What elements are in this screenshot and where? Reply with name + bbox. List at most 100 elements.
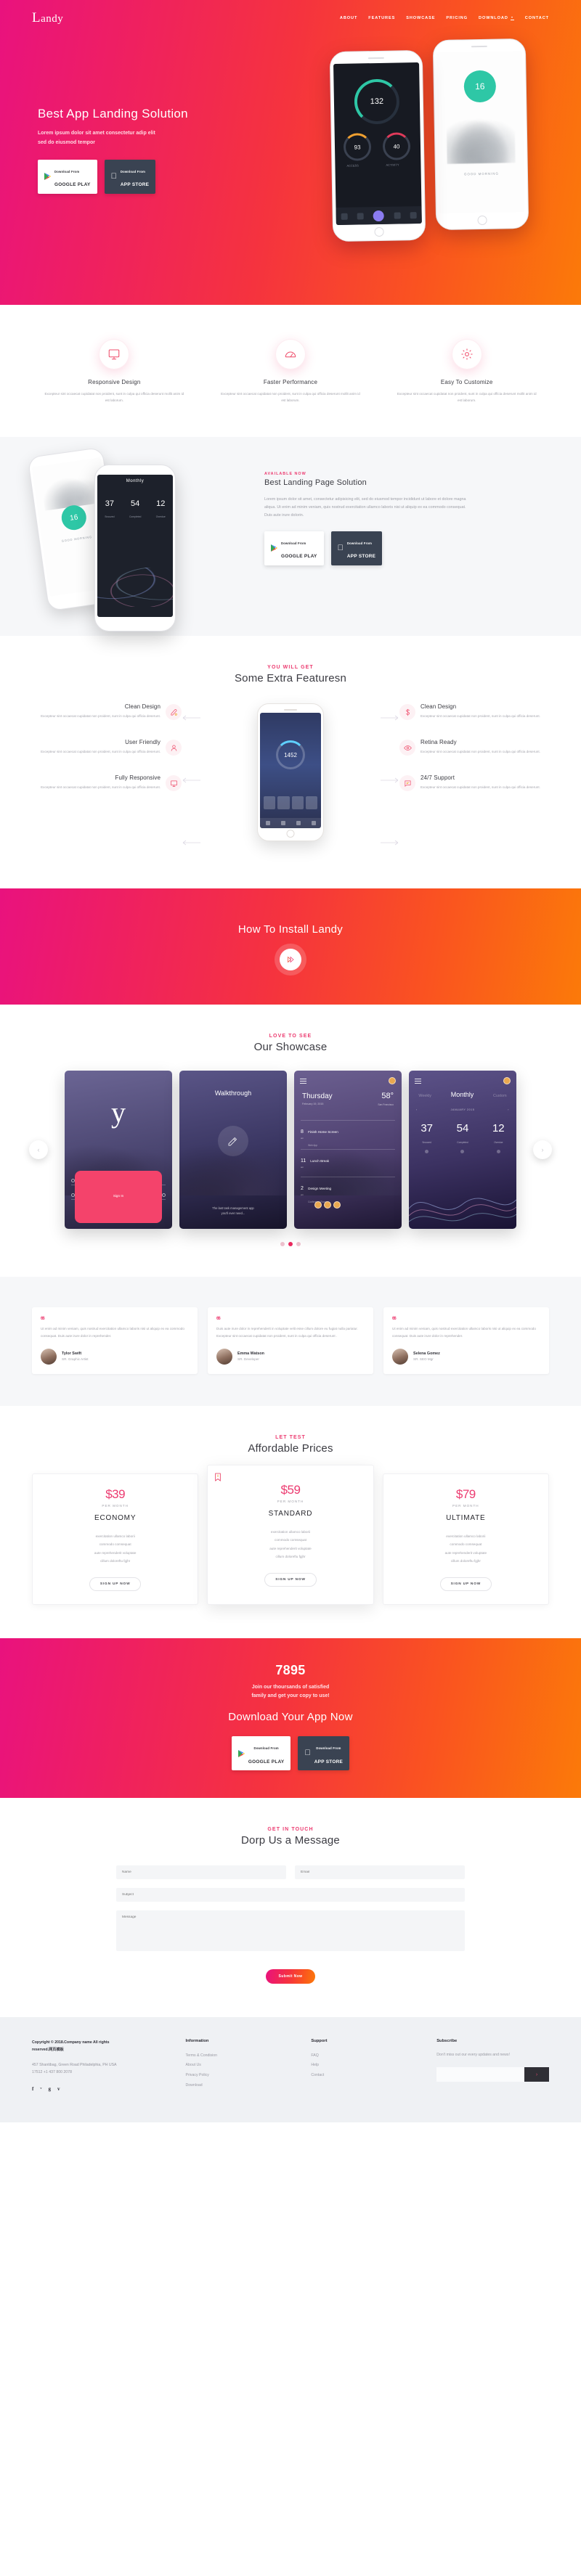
arrow-left-icon [182,704,200,732]
nav-item-contact[interactable]: CONTACT [525,16,549,20]
phone-screen: 132 93 40 ACCESS ACTIVITY [333,62,422,226]
plan-feature: cillum doloreftu fgjhr [100,1559,131,1563]
pricing-section: LET TEST Affordable Prices $39 PER MONTH… [0,1405,581,1638]
author-name: Tylor Swift [62,1352,82,1357]
footer-heading-support: Support [311,2038,328,2043]
plan-feature: aute reprehenderit voluptate [269,1546,312,1550]
extra-item-text: Excepteur sint occaecat cupidatat non pr… [41,785,161,790]
footer-column-subscribe: Subscribe Don't miss out our every updat… [436,2038,550,2092]
slide-attendee-avatars [314,1201,341,1209]
stat-label: Overdue [494,1141,503,1145]
tabbar-center-button [373,210,385,221]
phone-thumbnail-row [264,796,317,810]
subject-input[interactable] [116,1887,465,1902]
showcase-dot-active[interactable] [288,1242,293,1247]
plan-signup-button[interactable]: SIGN UP NOW [439,1577,492,1591]
footer-subscribe-text: Don't miss out our every updates and new… [436,2052,510,2057]
store-btn-top: Download From [281,541,306,545]
hero-subtitle-line2: sed do eiusmod tempor [38,140,95,146]
nav-item-showcase[interactable]: SHOWCASE [406,16,435,20]
hamburger-icon[interactable] [415,1078,421,1084]
showcase-dot[interactable] [280,1242,285,1247]
nav-item-pricing[interactable]: PRICING [446,16,468,20]
footer-link-about[interactable]: About Us [186,2061,298,2071]
facebook-icon[interactable]: f [32,2086,33,2092]
tab-monthly[interactable]: Monthly [451,1091,474,1098]
store-btn-top: Download From [253,1746,279,1751]
plan-signup-button[interactable]: SIGN UP NOW [264,1572,317,1587]
play-button[interactable] [280,948,301,970]
footer-link-faq[interactable]: FAQ [311,2051,423,2061]
plan-features: exercitation ullamco laborii commodo com… [40,1532,190,1566]
footer-link-help[interactable]: Help [311,2061,423,2071]
phone-tabbar [260,818,321,829]
hamburger-icon[interactable] [300,1078,306,1084]
showcase-slide-agenda[interactable]: Thursday February 19, 2015 58° San Franc… [294,1071,402,1230]
message-textarea[interactable] [116,1910,465,1951]
stat-label: Snoozed [422,1141,431,1145]
plan-feature: commodo comsequat [99,1542,131,1547]
store-btn-top: Download From [341,541,372,545]
app-store-button[interactable]:  Download From APP STORE [104,159,156,194]
app-store-button[interactable]:  Download From APP STORE [298,1736,350,1770]
showcase-slide-stats[interactable]: Weekly Monthly Custom ‹ JANUARY 2015 › 37 S… [409,1071,516,1230]
thumbnail [305,796,317,810]
submit-button[interactable]: Submit Now [265,1968,316,1984]
phone-progress-ring: 1452 [276,740,305,770]
name-input[interactable] [116,1865,286,1879]
slide-footer-line1: The last task management app [212,1206,254,1211]
vimeo-icon[interactable]: v [57,2086,60,2092]
phone-stat: 54 Completed [129,499,141,521]
showcase-next-button[interactable]: › [533,1140,552,1160]
event-time: 11 [301,1158,306,1164]
phone-sub-ring-right: 40 [382,132,411,160]
showcase-slide-walkthrough[interactable]: Walkthrough The last task management app… [179,1071,287,1230]
thumbnail [264,796,276,810]
app-store-label: Download From APP STORE [121,163,149,190]
footer-heading-subscribe: Subscribe [436,2038,458,2043]
subscribe-input[interactable] [436,2067,525,2082]
app-store-label: Download From APP STORE [314,1740,343,1767]
google-play-button[interactable]: Download From GOOGLE PLAY [264,531,324,565]
arrow-right-icon [381,704,399,732]
event-ampm: am [301,1166,304,1169]
cta-sub-line1: Join our thoursands of satisfied [251,1684,330,1690]
nav-label: CONTACT [524,16,549,20]
store-btn-top: Download From [54,169,80,173]
email-input[interactable] [295,1865,465,1879]
showcase-slide-login[interactable]: y Username Password Sign In [65,1071,172,1230]
google-plus-icon[interactable]: g [48,2086,51,2092]
google-play-icon [271,544,277,552]
chevron-right-icon[interactable]: › [508,1108,509,1111]
phone-chart [97,568,173,608]
plan-signup-button[interactable]: SIGN UP NOW [89,1577,142,1591]
tab-custom[interactable]: Custom [493,1094,507,1098]
google-play-button[interactable]: Download From GOOGLE PLAY [231,1736,291,1770]
footer-link-download[interactable]: Download [186,2081,298,2091]
site-logo[interactable]: Landy [32,10,63,26]
showcase-dot[interactable] [296,1242,301,1247]
showcase-title: Our Showcase [253,1041,328,1054]
google-play-button[interactable]: Download From GOOGLE PLAY [38,159,97,194]
tab-weekly[interactable]: Weekly [418,1094,431,1098]
nav-item-download[interactable]: DOWNLOAD [479,16,514,20]
avatar [314,1201,322,1209]
chevron-left-icon[interactable]: ‹ [416,1108,418,1111]
twitter-icon[interactable]: ᵛ [40,2086,41,2092]
plan-period: PER MONTH [277,1499,304,1503]
contact-sub: GET IN TOUCH [267,1826,314,1832]
nav-item-features[interactable]: FEATURES [368,16,395,20]
app-store-button[interactable]:  Download From APP STORE [330,531,383,565]
nav-item-about[interactable]: ABOUT [340,16,357,20]
cta-subtitle: Join our thoursands of satisfied family a… [0,1683,581,1701]
footer-link-privacy[interactable]: Privacy Policy [186,2071,298,2081]
footer-link-terms[interactable]: Terms & Condision [186,2051,298,2061]
plan-feature: exercitation ullamco laborii [95,1534,135,1538]
stat-value: 54 [456,1122,469,1135]
stat-label: Snoozed [105,515,115,519]
slide-signin-button[interactable]: Sign In [75,1171,162,1224]
showcase-prev-button[interactable]: ‹ [29,1140,48,1160]
store-btn-top: Download From [114,169,145,173]
footer-link-contact[interactable]: Contact [311,2071,423,2081]
subscribe-button[interactable]: › [524,2067,550,2082]
